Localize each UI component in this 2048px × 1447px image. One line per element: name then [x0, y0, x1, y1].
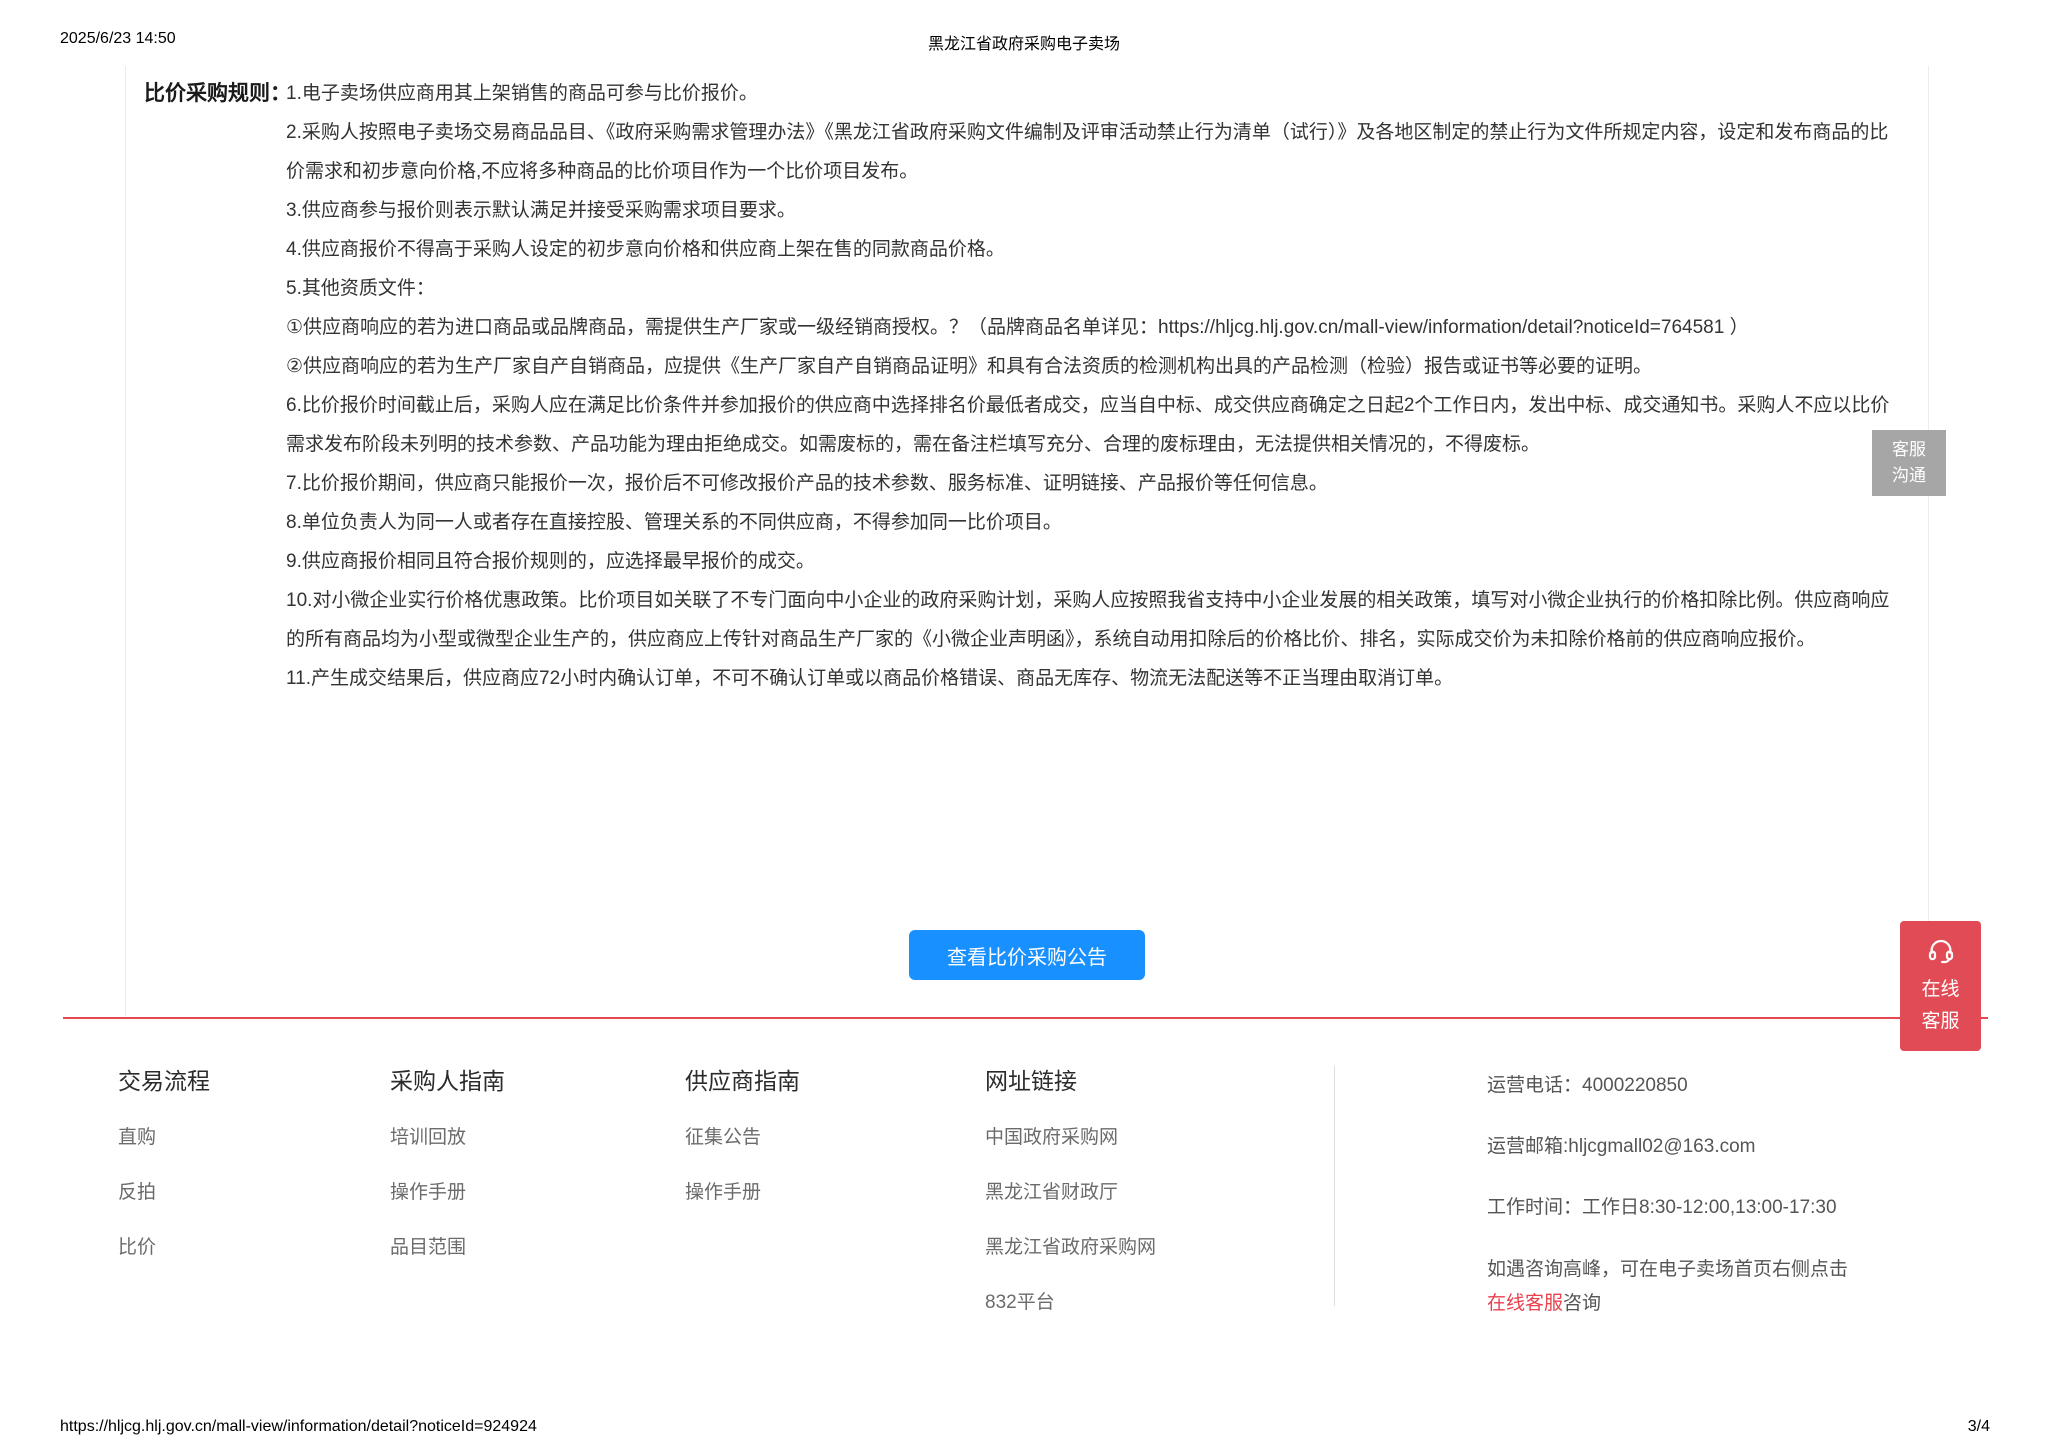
- online-service-link[interactable]: 在线客服: [1487, 1293, 1563, 1314]
- rules-text: 1.电子卖场供应商用其上架销售的商品可参与比价报价。 2.采购人按照电子卖场交易…: [286, 74, 1892, 698]
- footer-column-trade-flow: 交易流程 直购 反拍 比价: [118, 1062, 210, 1287]
- footer-link-price-compare[interactable]: 比价: [118, 1232, 210, 1259]
- headset-icon: [1926, 936, 1956, 966]
- print-page-number: 3/4: [1968, 1418, 1990, 1436]
- rules-label: 比价采购规则：: [144, 74, 286, 698]
- customer-chat-badge[interactable]: 客服 沟通: [1872, 430, 1946, 496]
- rule-item: ①供应商响应的若为进口商品或品牌商品，需提供生产厂家或一级经销商授权。？（品牌商…: [286, 308, 1892, 347]
- footer-link-reverse-auction[interactable]: 反拍: [118, 1177, 210, 1204]
- rule-item: 2.采购人按照电子卖场交易商品品目、《政府采购需求管理办法》《黑龙江省政府采购文…: [286, 113, 1892, 191]
- footer-link-manual[interactable]: 操作手册: [390, 1177, 505, 1204]
- footer-link-hlj-procurement[interactable]: 黑龙江省政府采购网: [985, 1232, 1156, 1259]
- chat-badge-label: 沟通: [1892, 463, 1926, 489]
- rule-item: 11.产生成交结果后，供应商应72小时内确认订单，不可不确认订单或以商品价格错误…: [286, 659, 1892, 698]
- service-badge-label: 在线: [1921, 976, 1959, 1005]
- footer-link-collection-notice[interactable]: 征集公告: [685, 1122, 800, 1149]
- rule-item: 9.供应商报价相同且符合报价规则的，应选择最早报价的成交。: [286, 542, 1892, 581]
- contact-email: 运营邮箱:hljcgmall02@163.com: [1487, 1131, 1957, 1158]
- footer-column-title: 采购人指南: [390, 1062, 505, 1096]
- contact-note-text: 如遇咨询高峰，可在电子卖场首页右侧点击: [1487, 1259, 1848, 1280]
- rule-item: 1.电子卖场供应商用其上架销售的商品可参与比价报价。: [286, 74, 1892, 113]
- rule-item: 10.对小微企业实行价格优惠政策。比价项目如关联了不专门面向中小企业的政府采购计…: [286, 581, 1892, 659]
- view-announcements-button[interactable]: 查看比价采购公告: [909, 930, 1145, 980]
- rules-section: 比价采购规则： 1.电子卖场供应商用其上架销售的商品可参与比价报价。 2.采购人…: [144, 74, 1892, 698]
- contact-phone: 运营电话：4000220850: [1487, 1070, 1957, 1097]
- rule-item: 6.比价报价时间截止后，采购人应在满足比价条件并参加报价的供应商中选择排名价最低…: [286, 386, 1892, 464]
- rule-item: 5.其他资质文件：: [286, 269, 1892, 308]
- footer-link-manual[interactable]: 操作手册: [685, 1177, 800, 1204]
- online-service-badge[interactable]: 在线 客服: [1900, 921, 1981, 1051]
- rule-item: 4.供应商报价不得高于采购人设定的初步意向价格和供应商上架在售的同款商品价格。: [286, 230, 1892, 269]
- rule-item: 7.比价报价期间，供应商只能报价一次，报价后不可修改报价产品的技术参数、服务标准…: [286, 464, 1892, 503]
- footer-divider-line: [63, 1017, 1988, 1019]
- page-title: 黑龙江省政府采购电子卖场: [0, 30, 2048, 54]
- page: 2025/6/23 14:50 黑龙江省政府采购电子卖场 比价采购规则： 1.电…: [0, 0, 2048, 1447]
- footer-column-title: 网址链接: [985, 1062, 1156, 1096]
- footer-vertical-divider: [1334, 1066, 1335, 1306]
- contact-hours: 工作时间：工作日8:30-12:00,13:00-17:30: [1487, 1192, 1957, 1219]
- footer-column-buyer-guide: 采购人指南 培训回放 操作手册 品目范围: [390, 1062, 505, 1287]
- footer-column-site-links: 网址链接 中国政府采购网 黑龙江省财政厅 黑龙江省政府采购网 832平台: [985, 1062, 1156, 1342]
- footer-column-title: 交易流程: [118, 1062, 210, 1096]
- footer-column-title: 供应商指南: [685, 1062, 800, 1096]
- contact-note-text: 咨询: [1563, 1293, 1601, 1314]
- footer-contact: 运营电话：4000220850 运营邮箱:hljcgmall02@163.com…: [1487, 1070, 1957, 1321]
- footer-column-supplier-guide: 供应商指南 征集公告 操作手册: [685, 1062, 800, 1232]
- print-source-url: https://hljcg.hlj.gov.cn/mall-view/infor…: [60, 1418, 537, 1436]
- footer-link-direct-buy[interactable]: 直购: [118, 1122, 210, 1149]
- chat-badge-label: 客服: [1892, 437, 1926, 463]
- rule-item: 3.供应商参与报价则表示默认满足并接受采购需求项目要求。: [286, 191, 1892, 230]
- footer-link-training-replay[interactable]: 培训回放: [390, 1122, 505, 1149]
- service-badge-label: 客服: [1921, 1008, 1959, 1037]
- footer-link-ccgp[interactable]: 中国政府采购网: [985, 1122, 1156, 1149]
- rule-item: ②供应商响应的若为生产厂家自产自销商品，应提供《生产厂家自产自销商品证明》和具有…: [286, 347, 1892, 386]
- footer-link-hlj-finance[interactable]: 黑龙江省财政厅: [985, 1177, 1156, 1204]
- content-card: 比价采购规则： 1.电子卖场供应商用其上架销售的商品可参与比价报价。 2.采购人…: [125, 66, 1929, 1017]
- footer-link-category-scope[interactable]: 品目范围: [390, 1232, 505, 1259]
- contact-note: 如遇咨询高峰，可在电子卖场首页右侧点击 在线客服咨询: [1487, 1253, 1957, 1321]
- footer-link-832-platform[interactable]: 832平台: [985, 1287, 1156, 1314]
- rule-item: 8.单位负责人为同一人或者存在直接控股、管理关系的不同供应商，不得参加同一比价项…: [286, 503, 1892, 542]
